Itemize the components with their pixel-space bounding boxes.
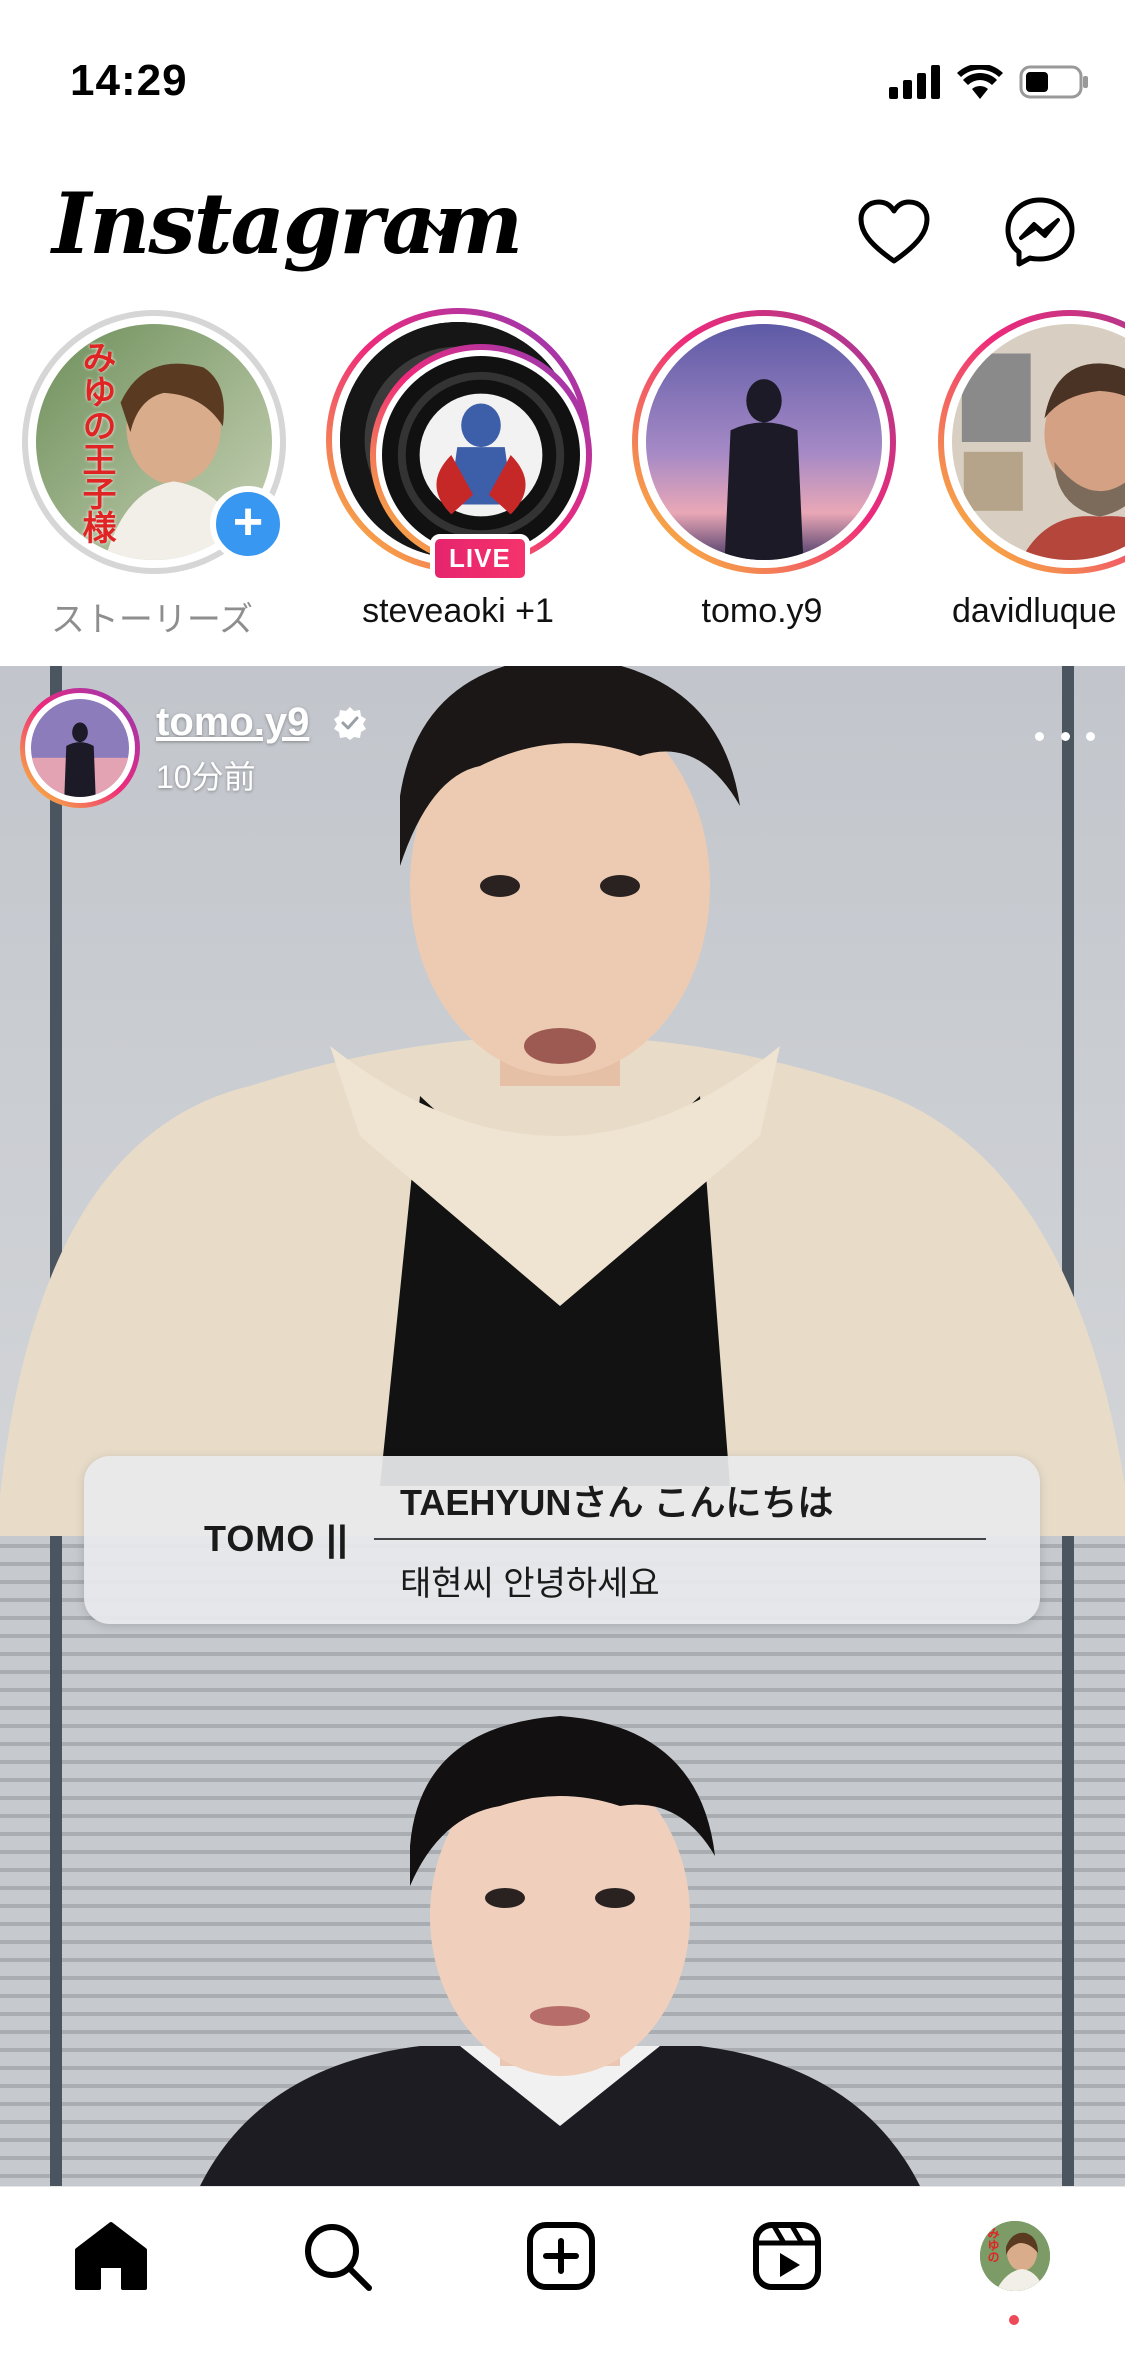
story-avatar	[952, 324, 1125, 560]
activity-button[interactable]	[854, 192, 934, 272]
story-ring	[938, 310, 1125, 574]
nav-search[interactable]	[292, 2211, 382, 2301]
status-icons	[889, 60, 1089, 104]
wifi-icon	[957, 65, 1003, 99]
post-author-username[interactable]: tomo.y9	[156, 700, 309, 745]
feed-post: tomo.y9 10分前 TOMO || TAEHYUNさん こんにちは 태현씨…	[0, 666, 1125, 2186]
post-more-button[interactable]	[1035, 716, 1095, 756]
reels-icon	[753, 2222, 821, 2290]
story-avatar-caption: みゆの王子様	[76, 340, 116, 544]
messenger-icon	[1005, 197, 1075, 267]
post-timestamp: 10分前	[156, 759, 256, 795]
chevron-down-icon[interactable]	[420, 214, 460, 244]
story-label: steveaoki +1	[362, 592, 554, 630]
subtitle-divider	[374, 1538, 986, 1540]
profile-avatar: みゆの	[980, 2221, 1050, 2291]
home-icon	[75, 2222, 147, 2290]
status-time: 14:29	[70, 56, 188, 105]
stories-tray: みゆの王子様 + ストーリーズ LIVE steveaoki +1 tomo.y…	[0, 300, 1125, 640]
cellular-signal-icon	[889, 65, 940, 99]
more-dot-icon	[1086, 731, 1095, 741]
story-own[interactable]: みゆの王子様 + ストーリーズ	[12, 300, 292, 640]
story-live[interactable]: LIVE steveaoki +1	[318, 300, 598, 640]
subtitle-line-japanese: TAEHYUNさん こんにちは	[400, 1482, 834, 1523]
verified-badge-icon	[334, 707, 366, 740]
nav-home[interactable]	[66, 2211, 156, 2301]
bottom-nav: みゆの	[0, 2186, 1125, 2360]
heart-icon	[858, 199, 930, 264]
profile-avatar-caption: みゆの	[986, 2227, 1000, 2263]
status-bar: 14:29	[0, 0, 1125, 150]
live-badge: LIVE	[430, 534, 530, 583]
notification-dot	[1009, 2315, 1019, 2325]
more-dot-icon	[1035, 731, 1044, 741]
post-header: tomo.y9 10分前	[0, 666, 1125, 808]
app-header: Instagram	[0, 150, 1125, 300]
story-item[interactable]: davidluque	[928, 300, 1125, 640]
add-story-button[interactable]: +	[210, 486, 286, 562]
post-author-avatar[interactable]	[20, 688, 140, 808]
more-dot-icon	[1060, 731, 1070, 741]
video-subtitle-box: TOMO || TAEHYUNさん こんにちは 태현씨 안녕하세요	[84, 1456, 1040, 1624]
story-label: tomo.y9	[701, 592, 823, 630]
nav-reels[interactable]	[742, 2211, 832, 2301]
search-icon	[305, 2224, 372, 2291]
battery-icon	[1019, 65, 1088, 99]
story-item[interactable]: tomo.y9	[622, 300, 902, 640]
story-label: davidluque	[952, 592, 1117, 630]
story-avatar-secondary	[370, 344, 592, 566]
story-label: ストーリーズ	[50, 601, 254, 639]
subtitle-speaker: TOMO ||	[204, 1518, 349, 1559]
post-video[interactable]	[0, 666, 1125, 2186]
story-avatar	[646, 324, 882, 560]
nav-create[interactable]	[516, 2211, 606, 2301]
story-ring	[632, 310, 896, 574]
create-icon	[527, 2222, 595, 2290]
messenger-button[interactable]	[1000, 192, 1080, 272]
subtitle-line-korean: 태현씨 안녕하세요	[400, 1565, 660, 1603]
nav-profile[interactable]: みゆの	[970, 2211, 1060, 2301]
